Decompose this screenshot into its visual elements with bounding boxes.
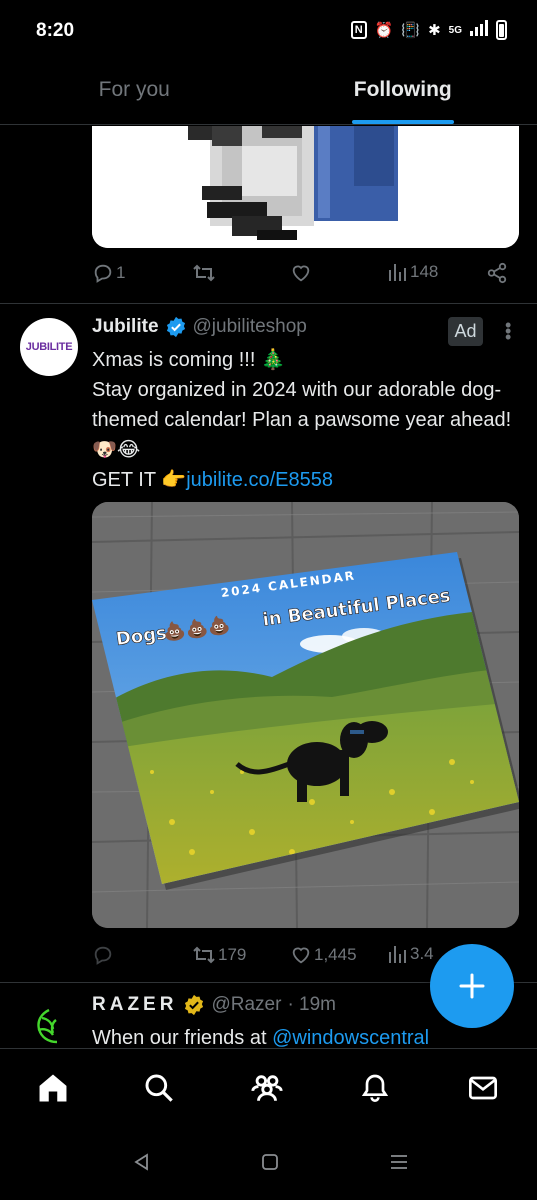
author-handle[interactable]: @Razer [211,994,281,1016]
recents-menu-icon [391,1155,407,1169]
share-icon [487,262,507,284]
recents-button[interactable] [388,1152,410,1177]
tab-following-label: Following [353,78,452,101]
razer-tweet-header: RAZER @Razer · 19m [92,994,336,1016]
timeline-tabs: For you Following [0,64,537,125]
tweet-line-1: Xmas is coming !!! 🎄 [92,349,286,371]
previous-tweet-media[interactable] [92,126,519,248]
like-button[interactable] [290,262,312,284]
reply-button[interactable] [92,944,114,966]
razer-tweet-text: When our friends at @windowscentral [92,1023,522,1048]
nav-messages[interactable] [466,1071,500,1105]
heart-icon [292,947,310,964]
battery-icon [496,20,507,40]
back-button[interactable] [132,1152,152,1177]
home-system-button[interactable] [260,1152,280,1177]
retweet-icon [193,264,215,282]
retweet-icon [193,946,215,964]
reply-icon [94,264,112,283]
active-tab-indicator [351,120,454,124]
status-bar: 8:20 N ⏰ 📳 ✱ 5G [0,0,537,64]
previous-tweet-actions: 1 148 [92,262,519,292]
tab-for-you[interactable]: For you [0,64,269,124]
avatar-logo-text: JUBILITE [25,341,73,353]
gold-verified-badge-icon [185,994,204,1016]
tweet-cta: GET IT 👉 [92,469,187,491]
views-button[interactable]: 3.4 [388,944,434,964]
views-icon [389,264,406,281]
calendar-photo: 2024 CALENDAR Dogs 💩💩💩 in Beautiful Plac… [92,502,519,928]
view-count: 3.4 [410,944,434,963]
views-button[interactable]: 148 [388,262,438,282]
status-icons: N ⏰ 📳 ✱ 5G [350,20,507,40]
communities-icon [251,1075,283,1101]
bluetooth-icon: ✱ [428,22,441,39]
reply-count: 1 [116,263,126,282]
razer-avatar[interactable] [20,1000,78,1048]
ad-tweet-text: Xmas is coming !!! 🎄 Stay organized in 2… [92,345,522,495]
status-time: 8:20 [36,20,75,41]
tweet-line-3: GET IT 👉jubilite.co/E8558 [92,465,522,495]
tweet-line-2: Stay organized in 2024 with our adorable… [92,379,512,461]
view-count: 148 [410,262,439,281]
signal-icon [470,20,488,40]
share-button[interactable] [486,262,508,284]
like-button[interactable]: 1,445 [290,944,357,966]
network-label: 5G [448,24,462,36]
bottom-navigation [0,1048,537,1124]
like-count: 1,445 [314,945,357,964]
nfc-icon: N [350,21,367,39]
tab-for-you-label: For you [98,78,170,101]
nav-notifications[interactable] [358,1071,392,1105]
mention-link[interactable]: @windowscentral [272,1027,429,1048]
nav-communities[interactable] [250,1071,284,1105]
author-name[interactable]: RAZER [92,994,177,1016]
ad-tweet-header: Jubilite @jubiliteshop [92,316,307,338]
ad-badge: Ad [448,317,483,346]
heart-icon [292,265,310,282]
plus-icon [459,973,485,999]
tab-following[interactable]: Following [269,64,537,124]
mail-icon [469,1076,497,1100]
search-icon [145,1074,173,1102]
nav-home[interactable] [36,1071,70,1105]
verified-badge-icon [166,316,185,338]
back-triangle-icon [134,1153,148,1171]
bell-icon [361,1074,389,1102]
retweet-button[interactable] [192,262,216,284]
jubilite-avatar[interactable]: JUBILITE [20,318,78,376]
tweet-time: · 19m [287,994,337,1015]
reply-button[interactable]: 1 [92,262,125,284]
retweet-button[interactable]: 179 [192,944,246,966]
views-icon [389,946,406,963]
razer-logo-icon [37,1008,58,1044]
retweet-count: 179 [218,945,247,964]
appliance-image [92,126,519,248]
more-options-icon[interactable]: • • • [505,316,511,346]
tweet-link[interactable]: jubilite.co/E8558 [186,469,333,491]
reply-icon [94,946,112,965]
author-name[interactable]: Jubilite [92,316,159,338]
nav-search[interactable] [142,1071,176,1105]
alarm-icon: ⏰ [374,22,394,39]
timeline-feed[interactable]: 1 148 JUBILITE Jubilite @jubiliteshop Ad… [0,126,537,1048]
home-icon [39,1074,67,1102]
compose-button[interactable] [430,944,514,1028]
ad-media-image[interactable]: 2024 CALENDAR Dogs 💩💩💩 in Beautiful Plac… [92,502,519,928]
home-square-icon [262,1154,278,1170]
razer-text-prefix: When our friends at [92,1027,273,1048]
tweet-divider [0,303,537,304]
author-handle[interactable]: @jubiliteshop [193,316,307,338]
system-navigation [0,1124,537,1200]
vibrate-icon: 📳 [401,22,421,39]
